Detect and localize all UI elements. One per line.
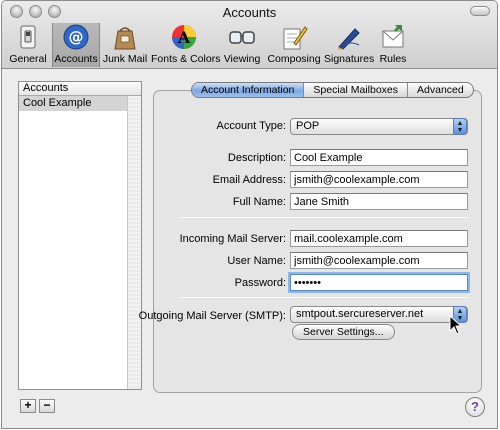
email-address-field[interactable] xyxy=(290,171,468,188)
server-settings-button[interactable]: Server Settings... xyxy=(292,324,395,340)
incoming-server-label: Incoming Mail Server: xyxy=(179,233,286,245)
mouse-pointer-icon xyxy=(449,315,463,335)
pencil-paper-icon xyxy=(283,26,308,50)
toolbar-label: Rules xyxy=(379,53,407,65)
window-title: Accounts xyxy=(222,5,277,20)
user-name-label: User Name: xyxy=(227,255,286,267)
tab-special-mailboxes[interactable]: Special Mailboxes xyxy=(304,83,409,97)
glasses-icon xyxy=(229,31,255,44)
toolbar-general[interactable]: General xyxy=(6,23,50,67)
password-label: Password: xyxy=(234,277,286,289)
help-button[interactable]: ? xyxy=(465,397,485,417)
popup-arrows-icon: ▲ ▼ xyxy=(453,118,467,135)
toolbar-rules[interactable]: Rules xyxy=(377,23,409,67)
toolbar-label: Viewing xyxy=(223,53,261,65)
toolbar: Accounts General @ Accounts Junk Mail A … xyxy=(2,1,497,69)
light-switch-icon xyxy=(20,25,36,49)
account-type-label: Account Type: xyxy=(216,120,286,132)
toolbar-viewing[interactable]: Viewing xyxy=(221,23,263,67)
account-type-value: POP xyxy=(296,120,320,132)
remove-account-button[interactable]: − xyxy=(39,399,55,413)
password-field[interactable] xyxy=(290,274,468,291)
separator xyxy=(180,297,468,298)
account-type-popup[interactable]: POP ▲ ▼ xyxy=(290,118,468,135)
account-tabs: Account Information Special Mailboxes Ad… xyxy=(191,82,474,98)
description-label: Description: xyxy=(227,152,286,164)
accounts-list[interactable]: Accounts Cool Example xyxy=(18,81,142,390)
toolbar-fonts-colors[interactable]: A Fonts & Colors xyxy=(151,23,221,67)
toolbar-composing[interactable]: Composing xyxy=(266,23,322,67)
preferences-window: Accounts General @ Accounts Junk Mail A … xyxy=(1,0,498,429)
user-name-field[interactable] xyxy=(290,252,468,269)
incoming-server-field[interactable] xyxy=(290,230,468,247)
description-field[interactable] xyxy=(290,149,468,166)
full-name-field[interactable] xyxy=(290,193,468,210)
rules-icon xyxy=(382,25,404,48)
separator xyxy=(180,217,468,218)
email-address-label: Email Address: xyxy=(212,174,286,186)
toolbar-label: Junk Mail xyxy=(102,53,148,65)
outgoing-server-popup[interactable]: smtpout.sercureserver.net ▲ ▼ xyxy=(290,306,468,323)
toolbar-signatures[interactable]: Signatures xyxy=(324,23,374,67)
outgoing-server-label: Outgoing Mail Server (SMTP): xyxy=(138,310,286,322)
full-name-label: Full Name: xyxy=(232,196,286,208)
junk-mail-bag-icon xyxy=(114,27,136,50)
account-row-cool-example[interactable]: Cool Example xyxy=(19,96,141,111)
fountain-pen-icon xyxy=(338,28,360,50)
toolbar-accounts[interactable]: @ Accounts xyxy=(52,23,100,67)
toolbar-label: General xyxy=(9,53,47,65)
add-account-button[interactable]: + xyxy=(20,399,36,413)
toolbar-junk-mail[interactable]: Junk Mail xyxy=(102,23,148,67)
outgoing-server-value: smtpout.sercureserver.net xyxy=(296,308,424,320)
toolbar-label: Composing xyxy=(267,53,321,65)
svg-text:@: @ xyxy=(69,28,84,46)
svg-text:A: A xyxy=(177,28,191,47)
at-sign-icon: @ xyxy=(63,24,89,50)
tab-account-information[interactable]: Account Information xyxy=(192,83,305,97)
accounts-list-header: Accounts xyxy=(19,82,141,96)
toolbar-label: Signatures xyxy=(324,53,375,65)
font-color-icon: A xyxy=(172,25,196,49)
toolbar-label: Fonts & Colors xyxy=(151,53,221,65)
toolbar-label: Accounts xyxy=(54,53,98,65)
tab-advanced[interactable]: Advanced xyxy=(408,83,473,97)
